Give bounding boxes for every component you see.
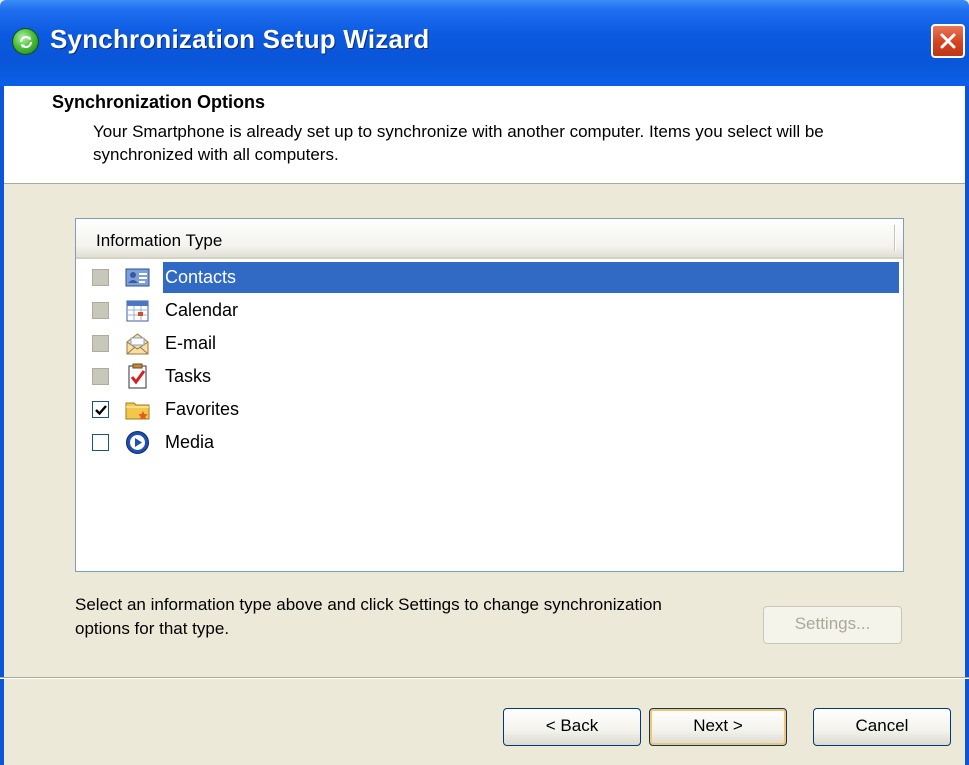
list-item-calendar[interactable]: Calendar <box>76 294 903 327</box>
wizard-header: Synchronization Options Your Smartphone … <box>0 86 969 184</box>
settings-hint-text: Select an information type above and cli… <box>75 595 662 638</box>
contacts-label: Contacts <box>165 267 237 287</box>
window-frame-left <box>0 86 4 765</box>
tasks-label: Tasks <box>165 366 212 386</box>
sync-app-icon <box>12 28 39 55</box>
email-envelope-icon <box>124 330 151 357</box>
list-item-email[interactable]: E-mail <box>76 327 903 360</box>
media-checkbox[interactable] <box>92 434 109 451</box>
favorites-checkbox[interactable] <box>92 401 109 418</box>
calendar-checkbox[interactable] <box>92 302 109 319</box>
page-heading: Synchronization Options <box>52 92 266 112</box>
favorites-folder-icon <box>124 396 151 423</box>
cancel-button[interactable]: Cancel <box>813 708 951 746</box>
back-button[interactable]: < Back <box>503 708 641 746</box>
next-button[interactable]: Next > <box>649 708 787 746</box>
list-item-contacts[interactable]: Contacts <box>76 261 903 294</box>
list-item-favorites[interactable]: Favorites <box>76 393 903 426</box>
column-divider[interactable] <box>894 225 896 251</box>
window-title: Synchronization Setup Wizard <box>50 24 430 54</box>
calendar-label: Calendar <box>165 300 239 320</box>
media-player-icon <box>124 429 151 456</box>
page-description: Your Smartphone is already set up to syn… <box>93 122 824 164</box>
column-header-label: Information Type <box>96 231 223 250</box>
settings-button[interactable]: Settings... <box>763 606 902 644</box>
favorites-label: Favorites <box>165 399 240 419</box>
window-frame-right <box>965 86 969 765</box>
footer-separator <box>0 677 969 679</box>
selection-highlight <box>163 262 899 293</box>
tasks-checkbox[interactable] <box>92 368 109 385</box>
checkmark-icon <box>95 405 107 416</box>
email-label: E-mail <box>165 333 217 353</box>
information-type-list[interactable]: Information Type Contacts Calendar E-mai… <box>75 218 904 572</box>
close-button[interactable] <box>931 24 965 58</box>
column-header[interactable]: Information Type <box>76 219 903 259</box>
media-label: Media <box>165 432 215 452</box>
calendar-icon <box>124 297 151 324</box>
contact-card-icon <box>124 264 151 291</box>
list-item-media[interactable]: Media <box>76 426 903 459</box>
title-bar: Synchronization Setup Wizard <box>0 0 969 86</box>
contacts-checkbox[interactable] <box>92 269 109 286</box>
tasks-clipboard-icon <box>124 363 151 390</box>
list-item-tasks[interactable]: Tasks <box>76 360 903 393</box>
email-checkbox[interactable] <box>92 335 109 352</box>
close-icon <box>940 33 956 49</box>
